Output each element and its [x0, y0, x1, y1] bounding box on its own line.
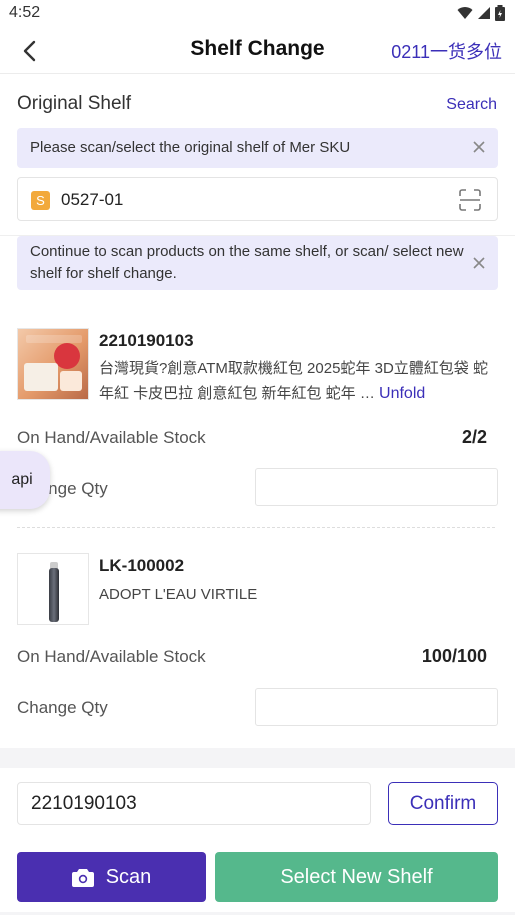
product-image[interactable]: [17, 328, 89, 400]
product-name: ADOPT L'EAU VIRTILE: [99, 586, 258, 603]
api-floating-button[interactable]: api: [0, 451, 50, 509]
wifi-icon: [457, 7, 473, 20]
scan-button-label: Scan: [105, 865, 152, 888]
hint-text: Continue to scan products on the same sh…: [30, 243, 464, 282]
change-qty-input[interactable]: [255, 688, 498, 726]
shelf-change-screen: 4:52 Shelf Change 0211一货多位 Original Shel…: [0, 0, 515, 915]
product-code: 2210190103: [99, 331, 194, 350]
stock-label: On Hand/Available Stock: [17, 647, 206, 666]
product-code: LK-100002: [99, 556, 185, 575]
product-separator: [17, 527, 495, 528]
warehouse-selector[interactable]: 0211一货多位: [391, 38, 502, 64]
product-image[interactable]: [17, 553, 89, 625]
hint-text: Please scan/select the original shelf of…: [30, 139, 351, 156]
original-shelf-label: Original Shelf: [17, 93, 132, 114]
scan-button[interactable]: Scan: [17, 852, 206, 902]
original-shelf-field[interactable]: S 0527-01: [17, 177, 498, 221]
status-icons: [457, 5, 505, 21]
stock-value: 100/100: [421, 646, 487, 666]
signal-icon: [478, 7, 490, 19]
shelf-value: 0527-01: [61, 190, 124, 209]
navbar: Shelf Change 0211一货多位: [0, 28, 515, 74]
stock-value: 2/2: [461, 427, 487, 447]
scan-frame-icon[interactable]: [458, 188, 482, 212]
product-name: 台灣現貨?創意ATM取款機紅包 2025蛇年 3D立體紅包袋 蛇年紅 卡皮巴拉 …: [99, 356, 494, 406]
product-code-input[interactable]: 2210190103: [17, 782, 371, 825]
search-link[interactable]: Search: [446, 96, 497, 114]
continue-scan-hint: Continue to scan products on the same sh…: [17, 236, 498, 290]
confirm-button[interactable]: Confirm: [388, 782, 498, 825]
shelf-type-badge: S: [31, 191, 50, 210]
status-time: 4:52: [9, 4, 41, 21]
battery-icon: [495, 5, 505, 21]
stock-label: On Hand/Available Stock: [17, 428, 206, 447]
product-name-text: 台灣現貨?創意ATM取款機紅包 2025蛇年 3D立體紅包袋 蛇年紅 卡皮巴拉 …: [99, 360, 488, 402]
close-icon[interactable]: [472, 140, 486, 154]
status-bar: 4:52: [0, 0, 515, 28]
change-qty-label: Change Qty: [17, 698, 108, 717]
original-shelf-hint: Please scan/select the original shelf of…: [17, 128, 498, 168]
camera-icon: [71, 868, 94, 887]
change-qty-input[interactable]: [255, 468, 498, 506]
section-gap: [0, 748, 515, 768]
select-new-shelf-button[interactable]: Select New Shelf: [215, 852, 498, 902]
unfold-link[interactable]: Unfold: [379, 385, 425, 402]
close-icon[interactable]: [472, 256, 486, 270]
